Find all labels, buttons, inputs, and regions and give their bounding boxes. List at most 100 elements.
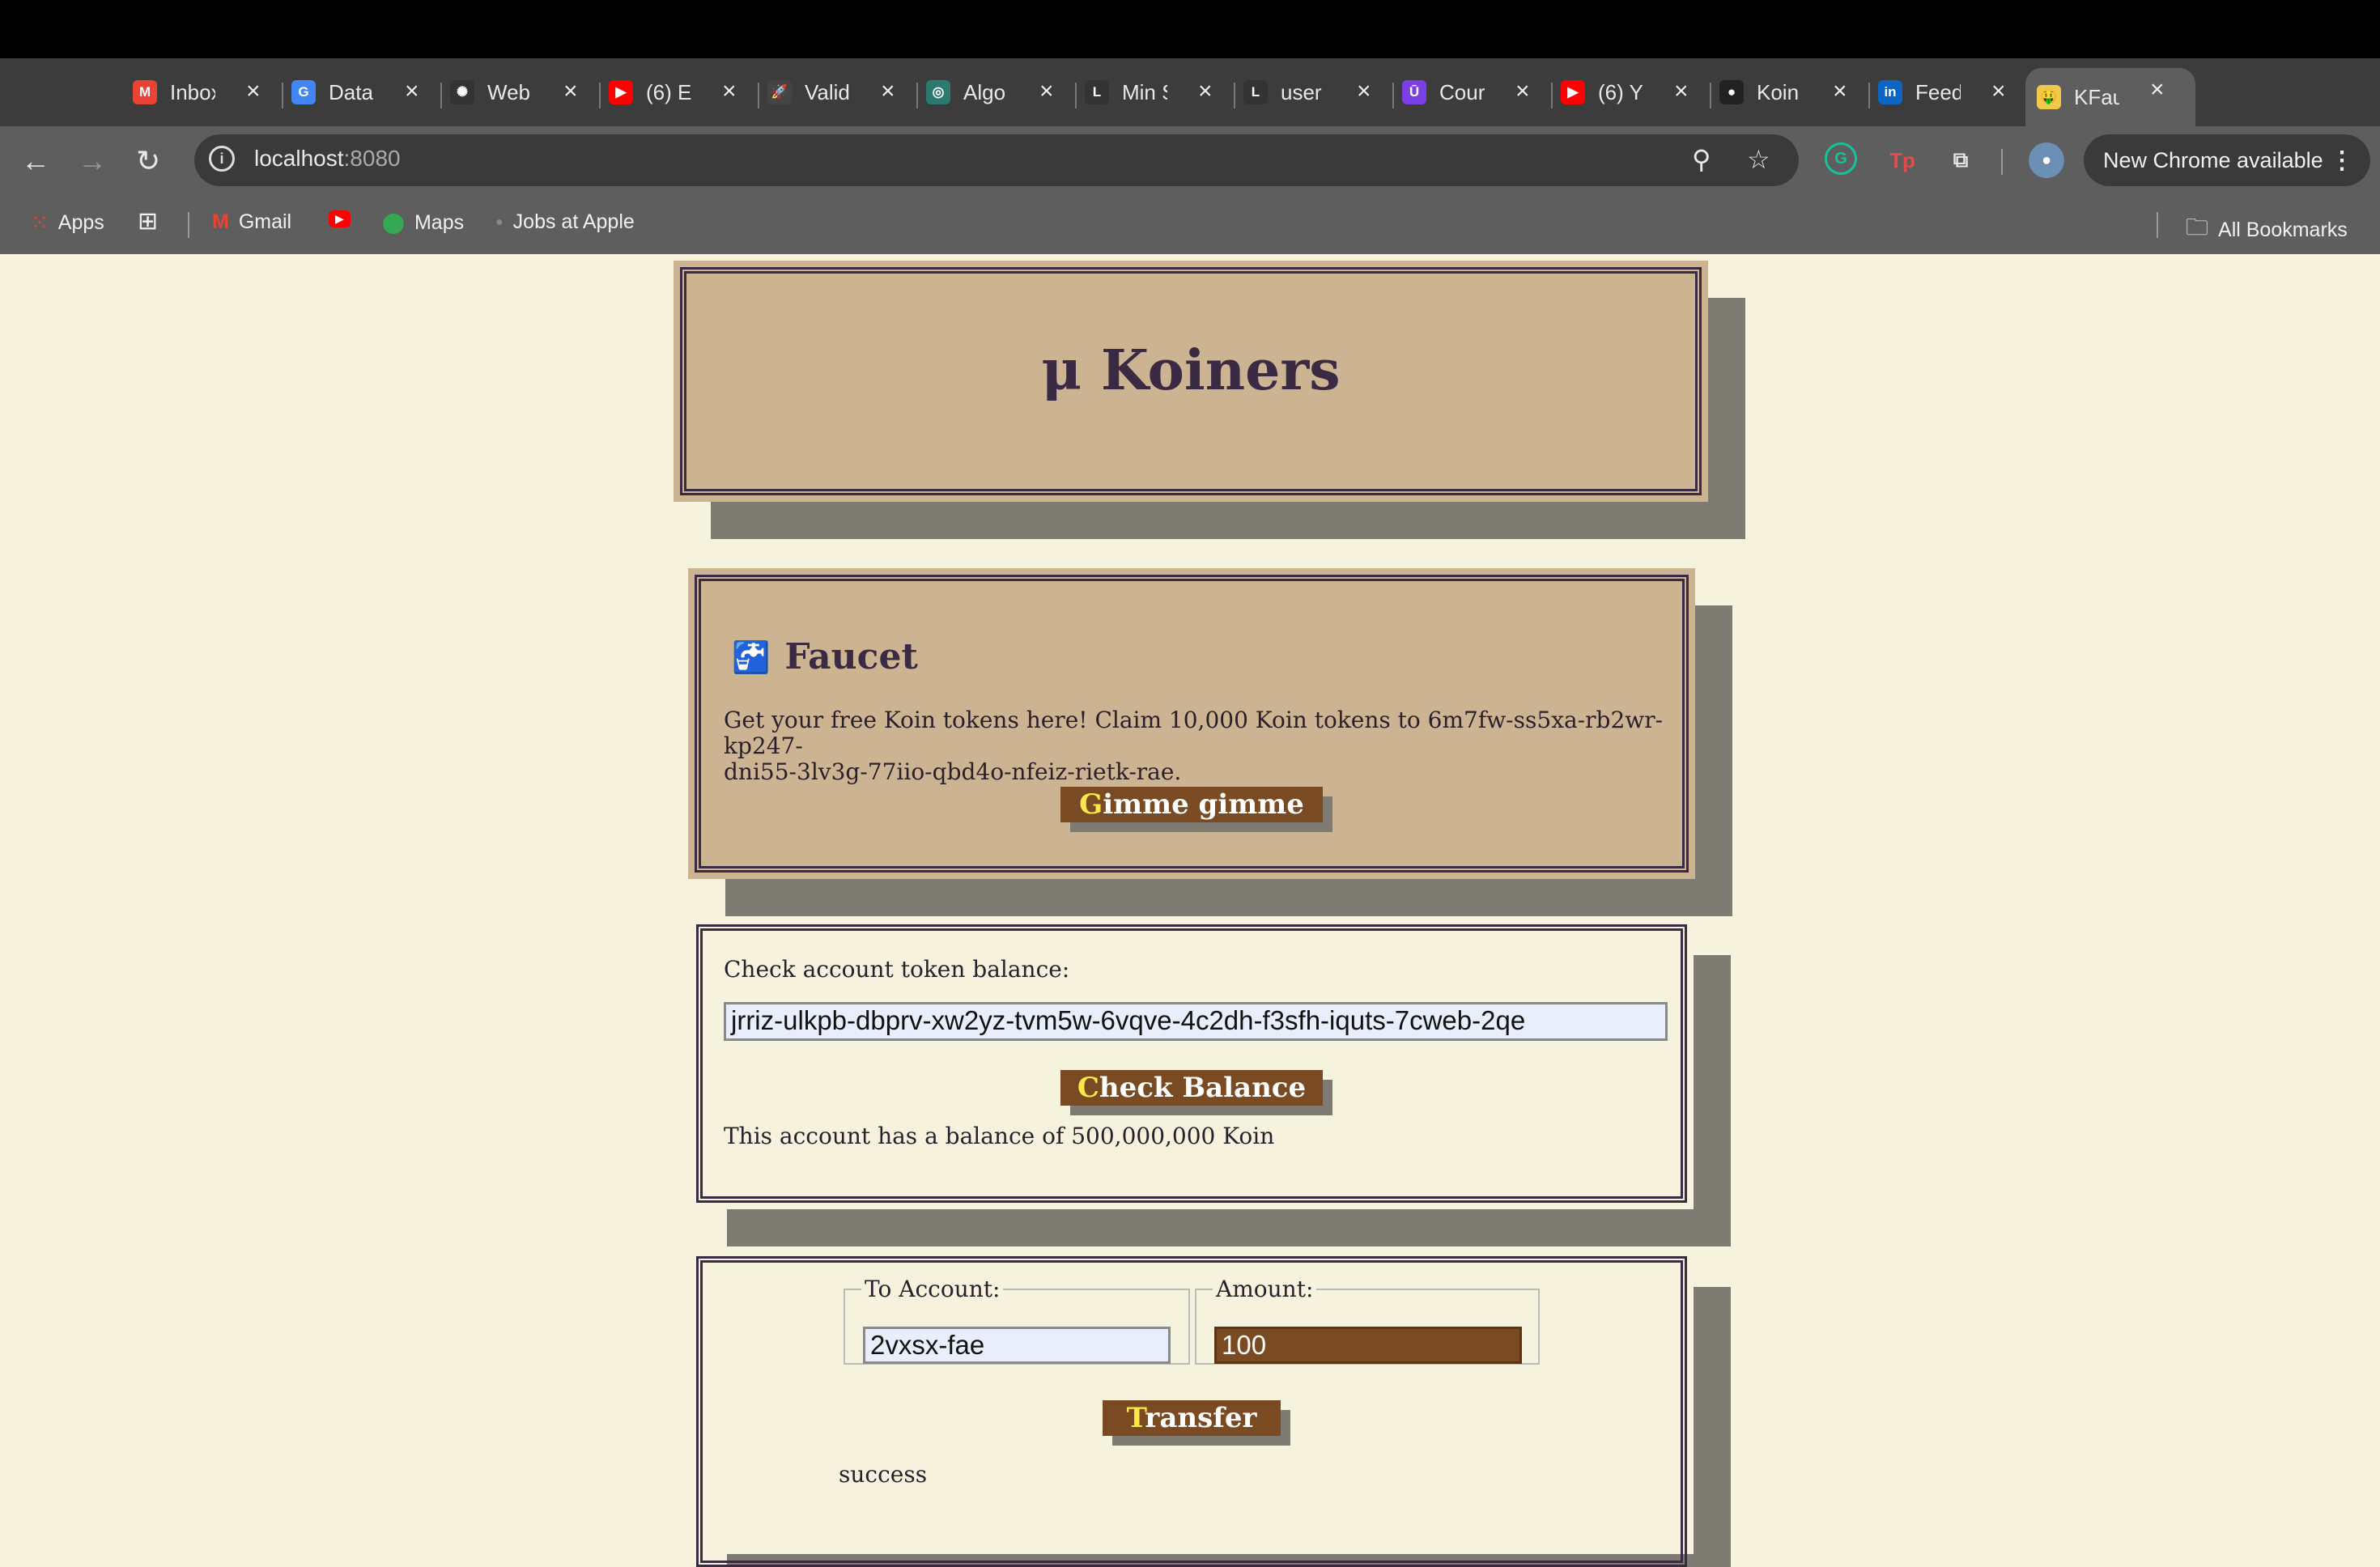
openai-icon: ✺	[450, 80, 474, 104]
bookmark-gmail-label: Gmail	[238, 210, 292, 233]
transfer-panel: To Account: 2vxsx-fae Amount: 100 Transf…	[690, 1250, 1694, 1567]
bookmarks-bar: ⁙ Apps ⊞ M Gmail ▶ ⬤ Maps ● Jobs at Appl…	[0, 196, 2380, 254]
bookmark-apps[interactable]: ⁙ Apps	[31, 210, 104, 236]
tab-2[interactable]: ✺ Web ×	[450, 70, 596, 115]
browser-toolbar: ← → ↻ i localhost:8080 ⚲ ☆ G Tp ⧉ ● New …	[0, 126, 2380, 196]
close-tab-icon[interactable]: ×	[1991, 78, 2006, 105]
tab-separator	[282, 83, 283, 108]
youtube-icon: ▶	[609, 80, 633, 104]
toolbar-divider	[2001, 149, 2003, 175]
tab-title: Web	[487, 79, 530, 104]
tab-11[interactable]: in Feed ×	[1878, 70, 2024, 115]
tab-title: user	[1281, 79, 1322, 104]
tab-1[interactable]: G Data ×	[291, 70, 437, 115]
all-bookmarks-label: All Bookmarks	[2218, 218, 2348, 241]
tab-5[interactable]: ◎ Algo ×	[926, 70, 1072, 115]
close-tab-icon[interactable]: ×	[881, 78, 895, 105]
tab-10[interactable]: ● Koin ×	[1719, 70, 1865, 115]
bookmarks-divider-right	[2157, 212, 2158, 238]
tab-12[interactable]: 🤑 KFau ×	[2025, 68, 2195, 126]
bookmark-star-icon[interactable]: ☆	[1747, 144, 1770, 175]
close-tab-icon[interactable]: ×	[1833, 78, 1847, 105]
close-tab-icon[interactable]: ×	[722, 78, 737, 105]
close-tab-icon[interactable]: ×	[1357, 78, 1371, 105]
zoom-icon[interactable]: ⚲	[1692, 144, 1711, 175]
bookmarks-divider	[188, 212, 189, 238]
tab-title: Valid	[805, 79, 850, 104]
tab-title: Algo	[963, 79, 1006, 104]
to-account-legend: To Account:	[865, 1276, 1001, 1302]
tab-9[interactable]: ▶ (6) Y ×	[1561, 70, 1706, 115]
grammarly-icon[interactable]: G	[1825, 142, 1857, 175]
close-tab-icon[interactable]: ×	[1039, 78, 1054, 105]
google-icon: G	[291, 80, 316, 104]
site-info-icon[interactable]: i	[209, 146, 235, 172]
tab-3[interactable]: ▶ (6) E ×	[609, 70, 754, 115]
tab-title: Feed	[1915, 79, 1961, 104]
youtube-icon: ▶	[329, 210, 351, 227]
amount-legend: Amount:	[1216, 1276, 1314, 1302]
profile-avatar[interactable]: ●	[2029, 142, 2064, 178]
close-tab-icon[interactable]: ×	[246, 78, 261, 105]
close-tab-icon[interactable]: ×	[563, 78, 578, 105]
new-chrome-available-button[interactable]: New Chrome available ⋮	[2084, 134, 2370, 186]
linkedin-icon: in	[1878, 80, 1902, 104]
tab-separator	[1392, 83, 1394, 108]
tab-groups-icon[interactable]: ⊞	[138, 207, 158, 236]
leetcode-icon: L	[1085, 80, 1109, 104]
gimme-gimme-button[interactable]: Gimme gimme	[1060, 787, 1323, 822]
close-tab-icon[interactable]: ×	[2150, 76, 2165, 104]
faucet-icon: 🚰	[732, 638, 771, 675]
tab-6[interactable]: L Min S ×	[1085, 70, 1230, 115]
extensions-icon[interactable]: ⧉	[1943, 142, 1978, 178]
tab-separator	[1075, 83, 1077, 108]
account-balance-input[interactable]: jrriz-ulkpb-dbprv-xw2yz-tvm5w-6vqve-4c2d…	[724, 1002, 1668, 1041]
close-tab-icon[interactable]: ×	[1515, 78, 1530, 105]
tab-separator	[599, 83, 601, 108]
tab-separator	[1551, 83, 1553, 108]
algo-icon: ◎	[926, 80, 950, 104]
balance-label: Check account token balance:	[724, 956, 1070, 983]
faucet-text-line2: dni55-3lv3g-77iio-qbd4o-nfeiz-rietk-rae.	[724, 758, 1182, 785]
to-account-input[interactable]: 2vxsx-fae	[863, 1327, 1171, 1364]
gmail-icon: M	[133, 80, 157, 104]
forward-icon[interactable]: →	[78, 144, 107, 178]
close-tab-icon[interactable]: ×	[1674, 78, 1689, 105]
github-icon: ●	[1719, 80, 1744, 104]
close-tab-icon[interactable]: ×	[1198, 78, 1213, 105]
bookmark-maps-label: Maps	[414, 210, 465, 234]
close-tab-icon[interactable]: ×	[405, 78, 419, 105]
tab-8[interactable]: Ū Cour ×	[1402, 70, 1548, 115]
url-host: localhost	[254, 146, 344, 171]
money-face-icon: 🤑	[2037, 85, 2061, 109]
tab-separator	[758, 83, 759, 108]
tab-title: KFau	[2074, 84, 2119, 109]
tab-title: Inbox	[170, 79, 215, 104]
tab-title: Cour	[1439, 79, 1485, 104]
all-bookmarks[interactable]: 🗀 All Bookmarks	[2186, 210, 2348, 249]
tab-separator	[916, 83, 918, 108]
bookmark-jobs-at-apple[interactable]: ● Jobs at Apple	[495, 210, 635, 234]
bookmark-maps[interactable]: ⬤ Maps	[382, 210, 464, 235]
gimme-button-label: imme gimme	[1103, 788, 1304, 821]
bookmark-gmail[interactable]: M Gmail	[212, 210, 291, 234]
tab-separator	[1868, 83, 1870, 108]
bookmark-youtube[interactable]: ▶	[329, 210, 360, 227]
check-balance-button[interactable]: Check Balance	[1060, 1070, 1323, 1106]
transfer-button[interactable]: Transfer	[1103, 1400, 1281, 1436]
amount-input[interactable]: 100	[1214, 1327, 1522, 1364]
bookmark-jobs-label: Jobs at Apple	[512, 210, 635, 233]
reload-icon[interactable]: ↻	[136, 144, 160, 178]
maps-pin-icon: ⬤	[382, 211, 405, 234]
back-icon[interactable]: ←	[21, 144, 50, 178]
tab-separator	[1710, 83, 1711, 108]
tp-extension-icon[interactable]: Tp	[1885, 142, 1920, 178]
to-account-fieldset: To Account: 2vxsx-fae	[844, 1276, 1190, 1365]
tab-7[interactable]: Luser ×	[1243, 70, 1389, 115]
gmail-icon: M	[212, 210, 229, 233]
menu-dots-icon[interactable]: ⋮	[2330, 147, 2354, 175]
tab-0[interactable]: M Inbox ×	[133, 70, 278, 115]
address-bar[interactable]: i localhost:8080 ⚲ ☆	[194, 134, 1799, 186]
header-panel: μ Koiners	[674, 261, 1708, 502]
tab-4[interactable]: 🚀 Valid ×	[767, 70, 913, 115]
